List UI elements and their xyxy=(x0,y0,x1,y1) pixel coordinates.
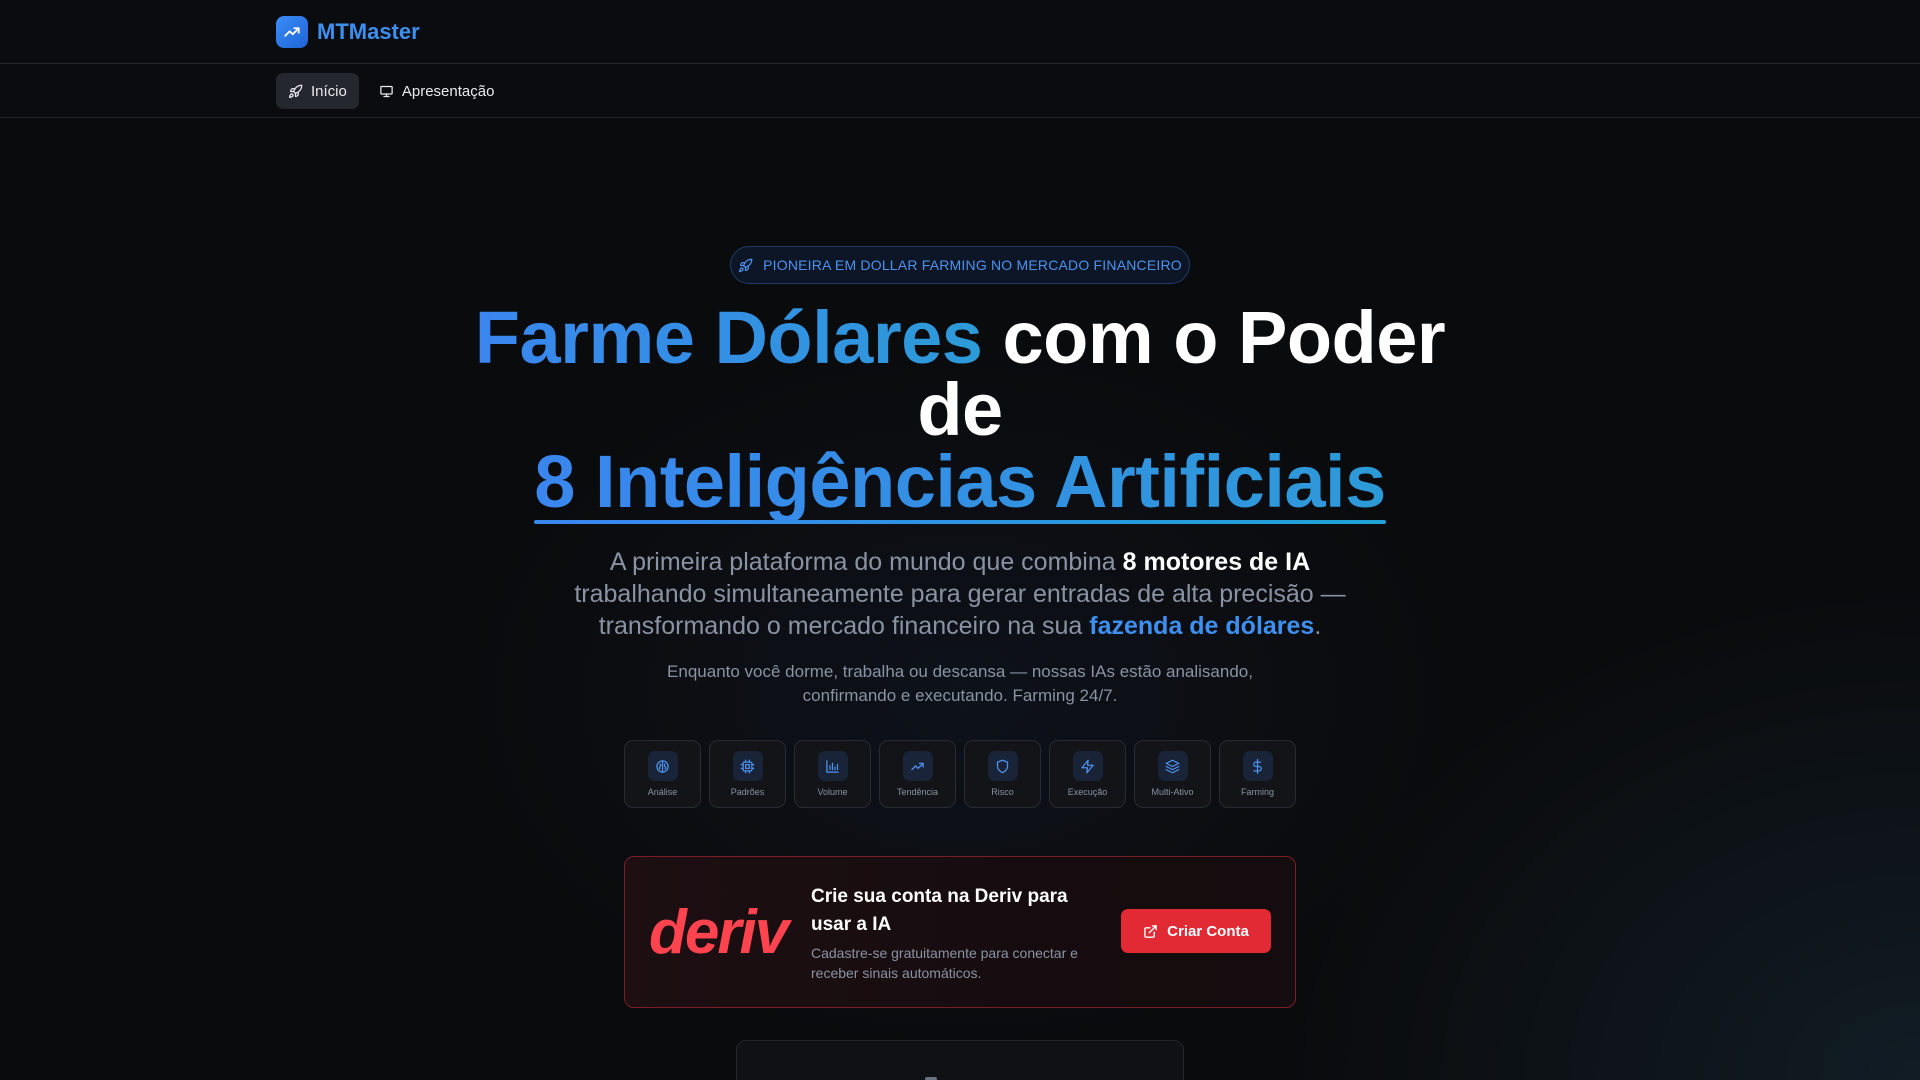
top-bar: MTMaster xyxy=(0,0,1920,64)
subtitle-highlight: fazenda de dólares xyxy=(1089,612,1315,640)
hero-title: Farme Dólares com o Poder de 8 Inteligên… xyxy=(460,301,1460,524)
dollar-icon xyxy=(1253,758,1262,774)
presentation-icon xyxy=(380,85,393,97)
ai-card-label: Execução xyxy=(1067,787,1108,797)
ai-card-label: Padrões xyxy=(730,787,765,797)
next-section-card xyxy=(736,1040,1184,1080)
create-account-button[interactable]: Criar Conta xyxy=(1121,909,1271,953)
ai-card-label: Tendência xyxy=(896,787,939,797)
rocket-icon xyxy=(288,84,303,98)
title-main: com o Poder de xyxy=(917,296,1446,451)
navbar: Início Apresentação xyxy=(0,65,1920,118)
nav-item-label: Apresentação xyxy=(401,82,495,100)
ai-card-label: Volume xyxy=(817,787,848,797)
ai-card-farming[interactable]: Farming xyxy=(1219,740,1296,808)
subtitle-text: A primeira plataforma do mundo que combi… xyxy=(609,548,1123,576)
hero-subtitle: A primeira plataforma do mundo que combi… xyxy=(560,546,1360,642)
subtitle-text: . xyxy=(1314,612,1322,640)
ai-card-tendencia[interactable]: Tendência xyxy=(879,740,956,808)
ai-card-volume[interactable]: Volume xyxy=(794,740,871,808)
title-highlight: Farme Dólares xyxy=(474,296,983,379)
nav-item-inicio[interactable]: Início xyxy=(276,73,359,109)
title-ai-count: 8 Inteligências Artificiais xyxy=(534,440,1386,524)
nav-item-apresentacao[interactable]: Apresentação xyxy=(367,73,507,109)
brand[interactable]: MTMaster xyxy=(276,16,420,48)
promo-description: Cadastre-se gratuitamente para conectar … xyxy=(811,945,1078,981)
trending-up-icon xyxy=(276,16,308,48)
ai-engines-grid: Análise Padrões Volume Tendência Risco E… xyxy=(624,740,1296,808)
badge-text: PIONEIRA EM DOLLAR FARMING NO MERCADO FI… xyxy=(763,257,1182,273)
ai-card-multi-ativo[interactable]: Multi-Ativo xyxy=(1134,740,1211,808)
promo-title: Crie sua conta na Deriv para usar a IA xyxy=(811,886,1068,935)
hero-badge: PIONEIRA EM DOLLAR FARMING NO MERCADO FI… xyxy=(730,246,1190,284)
hero-tagline: Enquanto você dorme, trabalha ou descans… xyxy=(667,662,1253,705)
ai-card-label: Risco xyxy=(991,787,1014,797)
zap-icon xyxy=(1081,759,1094,773)
ai-card-label: Farming xyxy=(1240,787,1274,797)
ai-card-analise[interactable]: Análise xyxy=(624,740,701,808)
nav-item-label: Início xyxy=(311,82,347,100)
nav-menu: Início Apresentação xyxy=(276,73,506,109)
ai-card-label: Análise xyxy=(647,787,678,797)
deriv-promo-card: deriv Crie sua conta na Deriv para usar … xyxy=(624,856,1296,1008)
shield-icon xyxy=(996,759,1009,773)
ai-card-execucao[interactable]: Execução xyxy=(1049,740,1126,808)
brand-name: MTMaster xyxy=(317,19,420,44)
bar-chart-icon xyxy=(826,759,839,773)
ai-card-padroes[interactable]: Padrões xyxy=(709,740,786,808)
external-link-icon xyxy=(1144,924,1157,938)
cpu-icon xyxy=(740,759,755,773)
deriv-logo[interactable]: deriv xyxy=(649,902,789,964)
layers-icon xyxy=(1165,759,1180,773)
subtitle-bold: 8 motores de IA xyxy=(1122,548,1311,576)
ai-card-label: Multi-Ativo xyxy=(1151,787,1194,797)
brain-icon xyxy=(656,759,669,773)
rocket-icon xyxy=(739,258,753,272)
trending-up-icon xyxy=(911,762,924,770)
create-account-label: Criar Conta xyxy=(1167,922,1249,940)
ai-card-risco[interactable]: Risco xyxy=(964,740,1041,808)
